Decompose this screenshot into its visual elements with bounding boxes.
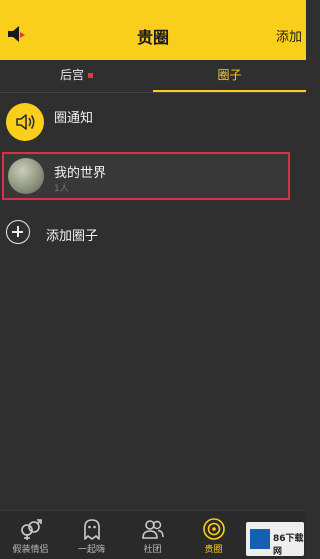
nav-label: 社团	[143, 545, 162, 555]
circle-list-item[interactable]: 我的世界 1人	[2, 152, 290, 200]
tab-circles[interactable]: 圈子	[153, 62, 306, 92]
tab-bar: 后宫 圈子	[0, 62, 306, 93]
add-circle-row[interactable]: 添加圈子	[0, 218, 306, 252]
circle-member-count: 1人	[54, 184, 69, 194]
nav-label: 贵圈	[204, 545, 223, 555]
nav-item-club[interactable]: 社团	[122, 511, 183, 559]
gender-couple-icon	[21, 519, 42, 540]
nav-item-circles[interactable]: 贵圈	[183, 511, 244, 559]
watermark-logo: 86下载网	[246, 522, 304, 557]
speaker-icon	[6, 103, 44, 141]
header-scallop-edge	[0, 54, 306, 60]
circle-name: 我的世界	[54, 166, 107, 181]
ghost-icon	[84, 519, 100, 540]
people-icon	[142, 520, 164, 539]
circle-avatar	[8, 158, 44, 194]
circle-notice-row[interactable]: 圈通知	[0, 98, 306, 148]
tab-harem-label: 后宫	[59, 68, 84, 82]
add-circle-label: 添加圈子	[46, 229, 99, 244]
watermark-text: 86下载网	[273, 534, 304, 557]
unread-dot	[88, 73, 93, 78]
watermark-icon	[250, 529, 270, 549]
circle-target-icon	[203, 518, 225, 540]
plus-circle-icon	[6, 220, 30, 244]
nav-item-hangout[interactable]: 一起嗨	[61, 511, 122, 559]
nav-label: 假装情侣	[12, 545, 49, 555]
nav-item-fake-couple[interactable]: 假装情侣	[0, 511, 61, 559]
circle-notice-label: 圈通知	[54, 111, 94, 126]
tab-harem[interactable]: 后宫	[0, 62, 153, 92]
add-button[interactable]: 添加	[276, 26, 302, 45]
page-title: 贵圈	[136, 28, 169, 47]
header-bar: 贵圈 添加	[0, 0, 306, 60]
nav-label: 一起嗨	[77, 545, 105, 555]
